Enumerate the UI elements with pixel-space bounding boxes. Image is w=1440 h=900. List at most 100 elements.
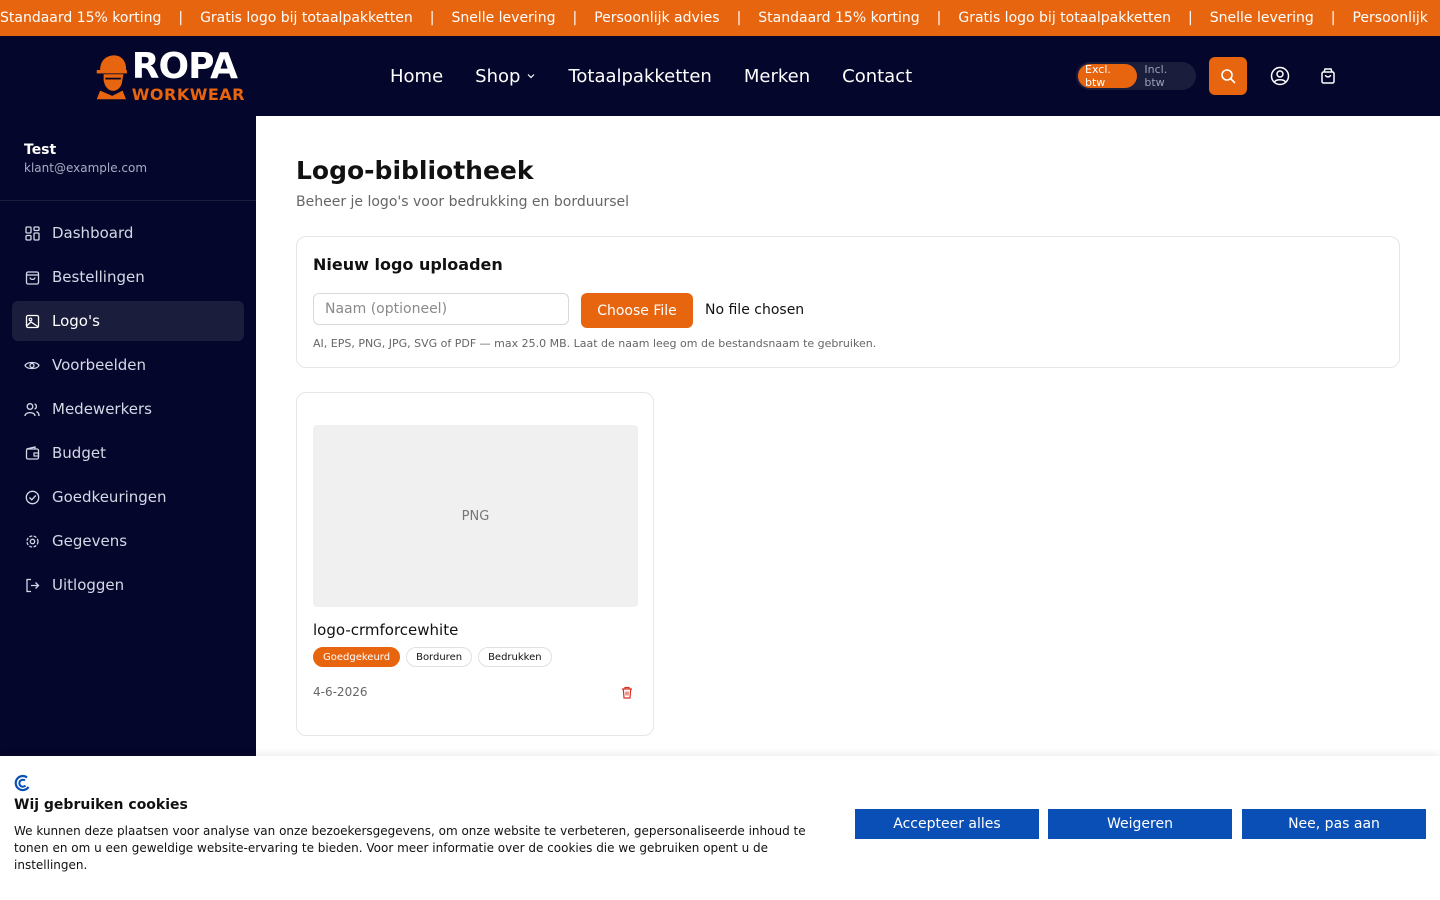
wallet-icon — [24, 445, 40, 461]
trash-icon — [622, 686, 632, 699]
gear-icon — [24, 533, 40, 549]
user-email: klant@example.com — [24, 161, 148, 175]
brand-name: ROPA — [131, 46, 238, 87]
eye-icon — [24, 357, 40, 373]
nav-label: Totaalpakketten — [568, 65, 712, 87]
sidebar-item-label: Voorbeelden — [52, 356, 147, 374]
sidebar-item-label: Budget — [52, 444, 106, 462]
nav-contact[interactable]: Contact — [842, 66, 912, 87]
sidebar-item-medewerkers[interactable]: Medewerkers — [12, 389, 244, 429]
reject-button[interactable]: Weigeren — [1048, 809, 1232, 839]
ticker-item: Gratis logo bij totaalpakketten — [958, 10, 1172, 26]
tag-badge: Bedrukken — [478, 647, 552, 667]
logo-date: 4-6-2026 — [313, 685, 368, 699]
logo-card[interactable]: PNG logo-crmforcewhite Goedgekeurd Bordu… — [296, 392, 654, 736]
ticker-item: Persoonlijk advies — [594, 10, 720, 26]
tag-badge: Borduren — [406, 647, 473, 667]
nav-totaalpakketten[interactable]: Totaalpakketten — [568, 66, 711, 87]
dashboard-icon — [24, 225, 40, 241]
user-name: Test — [24, 142, 57, 158]
sidebar-item-uitloggen[interactable]: Uitloggen — [12, 565, 244, 605]
cookie-title: Wij gebruiken cookies — [14, 797, 188, 813]
page-subtitle: Beheer je logo's voor bedrukking en bord… — [296, 194, 630, 210]
status-badge: Goedgekeurd — [313, 647, 401, 667]
logo-tags: Goedgekeurd Borduren Bedrukken — [313, 647, 558, 667]
ticker-separator: | — [1188, 10, 1193, 26]
upload-title: Nieuw logo uploaden — [313, 255, 503, 274]
upload-hint: AI, EPS, PNG, JPG, SVG of PDF — max 25.0… — [313, 337, 877, 350]
user-info: Test klant@example.com — [0, 116, 256, 201]
user-icon — [1270, 66, 1290, 86]
ticker-item: Snelle levering — [1209, 10, 1314, 26]
ticker-separator: | — [572, 10, 578, 26]
customize-button[interactable]: Nee, pas aan — [1242, 809, 1426, 839]
site-header: ROPA WORKWEAR Home Shop Totaalpakketten … — [0, 36, 1440, 116]
cart-icon — [1321, 68, 1335, 84]
accept-all-button[interactable]: Accepteer alles — [855, 809, 1039, 839]
main-nav: Home Shop Totaalpakketten Merken Contact — [390, 36, 944, 116]
promo-ticker: Standaard 15% korting | Gratis logo bij … — [0, 0, 1440, 36]
sidebar-item-label: Logo's — [52, 312, 100, 330]
nav-label: Merken — [743, 65, 811, 87]
ticker-item: Snelle levering — [451, 10, 556, 26]
vat-incl-option[interactable]: Incl. btw — [1137, 63, 1194, 89]
sidebar-item-dashboard[interactable]: Dashboard — [12, 213, 244, 253]
sidebar-item-label: Bestellingen — [52, 268, 145, 286]
chevron-down-icon — [528, 74, 535, 79]
ticker-track: Standaard 15% korting | Gratis logo bij … — [0, 0, 1440, 36]
sidebar-item-bestellingen[interactable]: Bestellingen — [12, 257, 244, 297]
sidebar-item-label: Medewerkers — [52, 400, 152, 418]
bag-icon — [24, 269, 40, 285]
logo-name-input[interactable] — [313, 293, 569, 325]
ticker-item: Standaard 15% korting — [0, 10, 162, 26]
nav-label: Shop — [475, 65, 521, 87]
brand-tagline: WORKWEAR — [131, 85, 245, 104]
logo-format-label: PNG — [461, 508, 490, 524]
ticker-item: Standaard 15% korting — [758, 10, 920, 26]
choose-file-button[interactable]: Choose File — [581, 293, 693, 328]
nav-label: Contact — [842, 65, 913, 87]
sidebar-item-voorbeelden[interactable]: Voorbeelden — [12, 345, 244, 385]
ticker-separator: | — [429, 10, 435, 26]
sidebar-menu: Dashboard Bestellingen Logo's Voorbeelde… — [0, 201, 256, 605]
upload-card: Nieuw logo uploaden Choose File No file … — [296, 236, 1400, 368]
check-circle-icon — [24, 489, 40, 505]
search-icon — [1221, 69, 1236, 84]
nav-merken[interactable]: Merken — [744, 66, 810, 87]
ticker-item: Gratis logo bij totaalpakketten — [200, 10, 413, 26]
sidebar-item-goedkeuringen[interactable]: Goedkeuringen — [12, 477, 244, 517]
account-button[interactable] — [1270, 66, 1290, 86]
sidebar-item-logos[interactable]: Logo's — [12, 301, 244, 341]
sidebar-item-gegevens[interactable]: Gegevens — [12, 521, 244, 561]
page-title: Logo-bibliotheek — [296, 156, 534, 185]
sidebar-item-budget[interactable]: Budget — [12, 433, 244, 473]
ticker-separator: | — [178, 10, 184, 26]
brand-logo[interactable]: ROPA WORKWEAR — [95, 48, 245, 104]
users-icon — [24, 401, 40, 417]
worker-logo-icon — [96, 55, 127, 100]
ticker-item: Persoonlijk — [1352, 10, 1428, 26]
cart-button[interactable] — [1318, 66, 1338, 86]
ticker-separator: | — [1330, 10, 1336, 26]
sidebar-item-label: Uitloggen — [52, 576, 125, 594]
cookie-consent-logo-icon — [14, 774, 30, 792]
ticker-separator: | — [736, 10, 742, 26]
logo-name: logo-crmforcewhite — [313, 621, 459, 639]
cookie-banner: Wij gebruiken cookies We kunnen deze pla… — [0, 756, 1440, 900]
logout-icon — [24, 577, 40, 593]
sidebar-item-label: Gegevens — [52, 532, 128, 550]
main-content: Logo-bibliotheek Beheer je logo's voor b… — [256, 116, 1440, 756]
vat-toggle[interactable]: Excl. btw Incl. btw — [1076, 62, 1196, 90]
sidebar-item-label: Dashboard — [52, 224, 134, 242]
logo-preview: PNG — [313, 425, 638, 607]
nav-shop[interactable]: Shop — [475, 66, 536, 87]
nav-label: Home — [390, 65, 444, 87]
search-button[interactable] — [1209, 57, 1247, 95]
cookie-text: We kunnen deze plaatsen voor analyse van… — [14, 824, 806, 872]
vat-excl-option[interactable]: Excl. btw — [1078, 63, 1138, 89]
ticker-separator: | — [936, 10, 942, 26]
nav-home[interactable]: Home — [390, 66, 443, 87]
delete-logo-button[interactable] — [620, 685, 634, 699]
image-icon — [24, 313, 40, 329]
file-status: No file chosen — [705, 302, 805, 318]
